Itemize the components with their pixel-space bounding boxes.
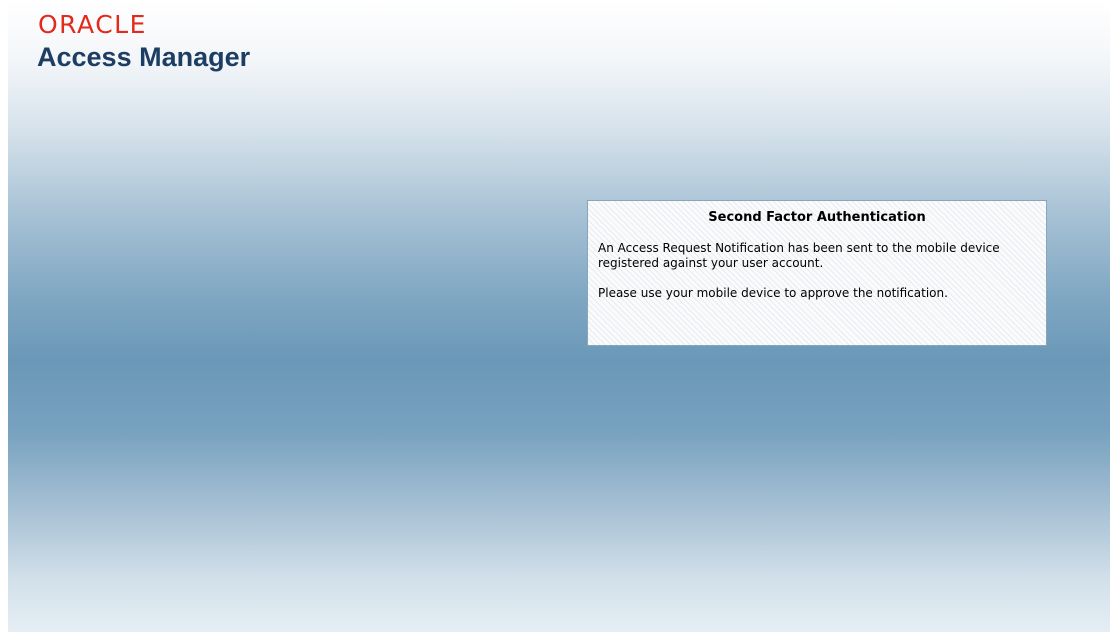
product-name: Access Manager xyxy=(37,42,251,72)
auth-panel-title: Second Factor Authentication xyxy=(708,210,926,225)
approve-instruction-message: Please use your mobile device to approve… xyxy=(598,286,948,300)
notification-sent-message: An Access Request Notification has been … xyxy=(598,241,1000,270)
page-left-border xyxy=(0,0,8,632)
second-factor-auth-panel: Second Factor Authentication An Access R… xyxy=(587,200,1047,346)
oracle-logo: ORACLE xyxy=(38,10,147,39)
brand-header: ORACLE Access Manager xyxy=(37,10,250,73)
